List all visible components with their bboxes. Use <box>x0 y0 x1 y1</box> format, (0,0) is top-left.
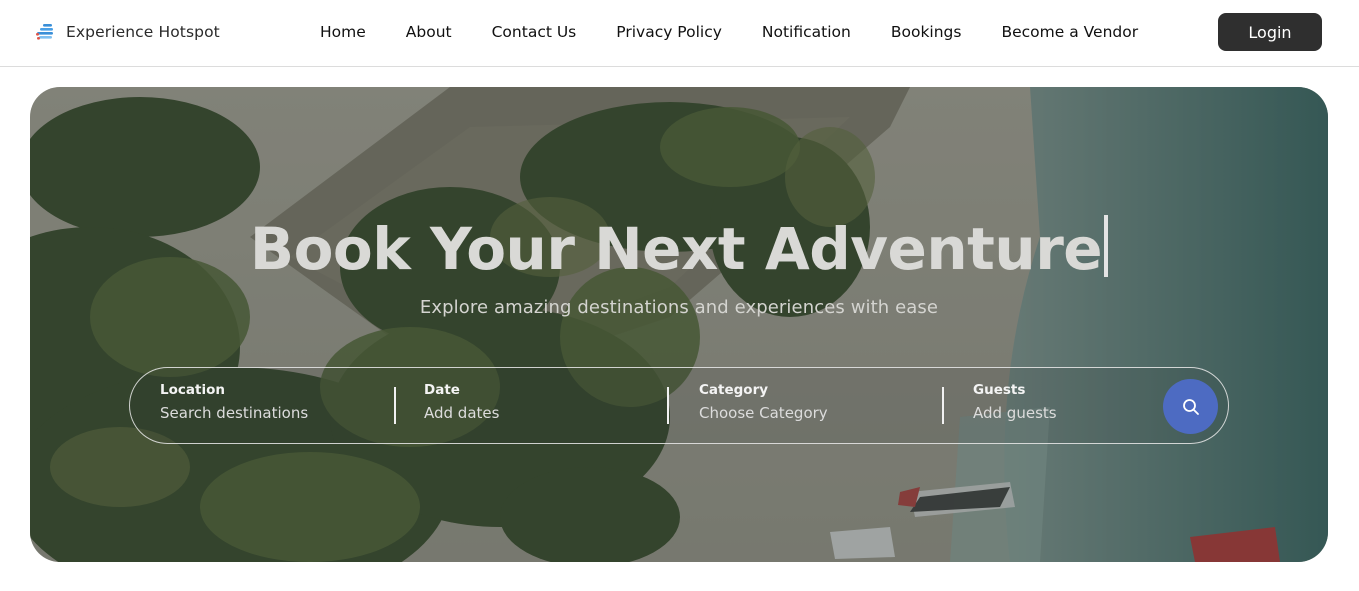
hero-banner: Book Your Next Adventure Explore amazing… <box>30 87 1328 562</box>
nav-privacy-policy[interactable]: Privacy Policy <box>616 23 722 41</box>
nav-contact-us[interactable]: Contact Us <box>492 23 577 41</box>
nav-notification[interactable]: Notification <box>762 23 851 41</box>
nav-about[interactable]: About <box>406 23 452 41</box>
search-divider <box>394 387 396 424</box>
hero-title: Book Your Next Adventure <box>30 215 1328 283</box>
nav-home[interactable]: Home <box>320 23 366 41</box>
guests-label: Guests <box>973 382 1026 398</box>
location-label: Location <box>160 382 225 398</box>
category-label: Category <box>699 382 769 398</box>
date-input[interactable] <box>424 404 634 422</box>
search-button[interactable] <box>1163 379 1218 434</box>
hero-title-text: Book Your Next Adventure <box>249 215 1103 283</box>
date-label: Date <box>424 382 460 398</box>
category-input[interactable] <box>699 404 909 422</box>
brand[interactable]: Experience Hotspot <box>35 20 220 44</box>
location-input[interactable] <box>160 404 370 422</box>
nav-become-a-vendor[interactable]: Become a Vendor <box>1001 23 1138 41</box>
category-field[interactable]: Category <box>699 382 909 422</box>
brand-logo-icon <box>35 22 56 43</box>
hero-subtitle: Explore amazing destinations and experie… <box>419 297 939 318</box>
hero-overlay <box>30 87 1328 562</box>
login-button[interactable]: Login <box>1218 13 1322 51</box>
location-field[interactable]: Location <box>160 382 370 422</box>
date-field[interactable]: Date <box>424 382 634 422</box>
search-icon <box>1182 398 1199 415</box>
brand-name: Experience Hotspot <box>66 23 220 41</box>
main-nav: Home About Contact Us Privacy Policy Not… <box>320 20 1138 44</box>
search-bar: Location Date Category Guests <box>129 367 1229 444</box>
top-navbar: Experience Hotspot Home About Contact Us… <box>0 0 1359 67</box>
nav-bookings[interactable]: Bookings <box>891 23 962 41</box>
typing-cursor <box>1104 215 1109 277</box>
search-divider <box>942 387 944 424</box>
guests-field[interactable]: Guests <box>973 382 1183 422</box>
search-divider <box>667 387 669 424</box>
guests-input[interactable] <box>973 404 1183 422</box>
